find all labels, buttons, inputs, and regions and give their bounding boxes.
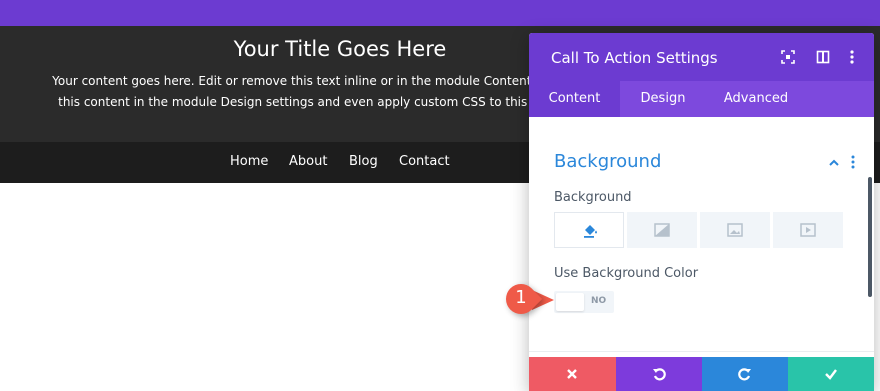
use-background-color-toggle[interactable]: NO (554, 291, 614, 313)
save-button[interactable] (788, 357, 874, 391)
discard-button[interactable] (529, 357, 616, 391)
sidebar-layout-icon[interactable] (814, 48, 832, 66)
undo-button[interactable] (616, 357, 702, 391)
menu-item-about[interactable]: About (289, 154, 327, 169)
menu-item-home[interactable]: Home (230, 154, 268, 169)
panel-footer (529, 357, 874, 391)
background-type-tabs (554, 212, 843, 248)
tab-advanced[interactable]: Advanced (706, 81, 806, 117)
use-background-color-label: Use Background Color (554, 266, 699, 281)
panel-title: Call To Action Settings (551, 49, 718, 67)
background-gradient-tab[interactable] (627, 212, 697, 248)
more-options-icon[interactable] (843, 48, 861, 66)
section-title[interactable]: Background (554, 151, 661, 172)
settings-panel: Call To Action Settings Content Design A… (529, 33, 874, 391)
background-field-label: Background (554, 190, 632, 205)
annotation-number: 1 (515, 287, 527, 308)
tab-content[interactable]: Content (529, 81, 620, 117)
tab-design[interactable]: Design (620, 81, 706, 117)
section-divider (529, 351, 874, 352)
background-color-tab[interactable] (554, 212, 624, 248)
menu-item-contact[interactable]: Contact (399, 154, 450, 169)
toggle-knob (556, 293, 584, 311)
fullscreen-icon[interactable] (779, 48, 797, 66)
panel-scrollbar[interactable] (868, 177, 872, 297)
chevron-up-icon[interactable] (827, 155, 841, 169)
menu-item-blog[interactable]: Blog (349, 154, 378, 169)
section-options-icon[interactable] (849, 154, 857, 170)
panel-tabs: Content Design Advanced (529, 81, 874, 117)
toggle-state-label: NO (591, 296, 607, 306)
redo-button[interactable] (702, 357, 788, 391)
panel-header[interactable]: Call To Action Settings (529, 33, 874, 81)
top-bar (0, 0, 880, 26)
panel-body: Background Background Use Background Col… (529, 117, 874, 357)
background-image-tab[interactable] (700, 212, 770, 248)
background-video-tab[interactable] (773, 212, 843, 248)
